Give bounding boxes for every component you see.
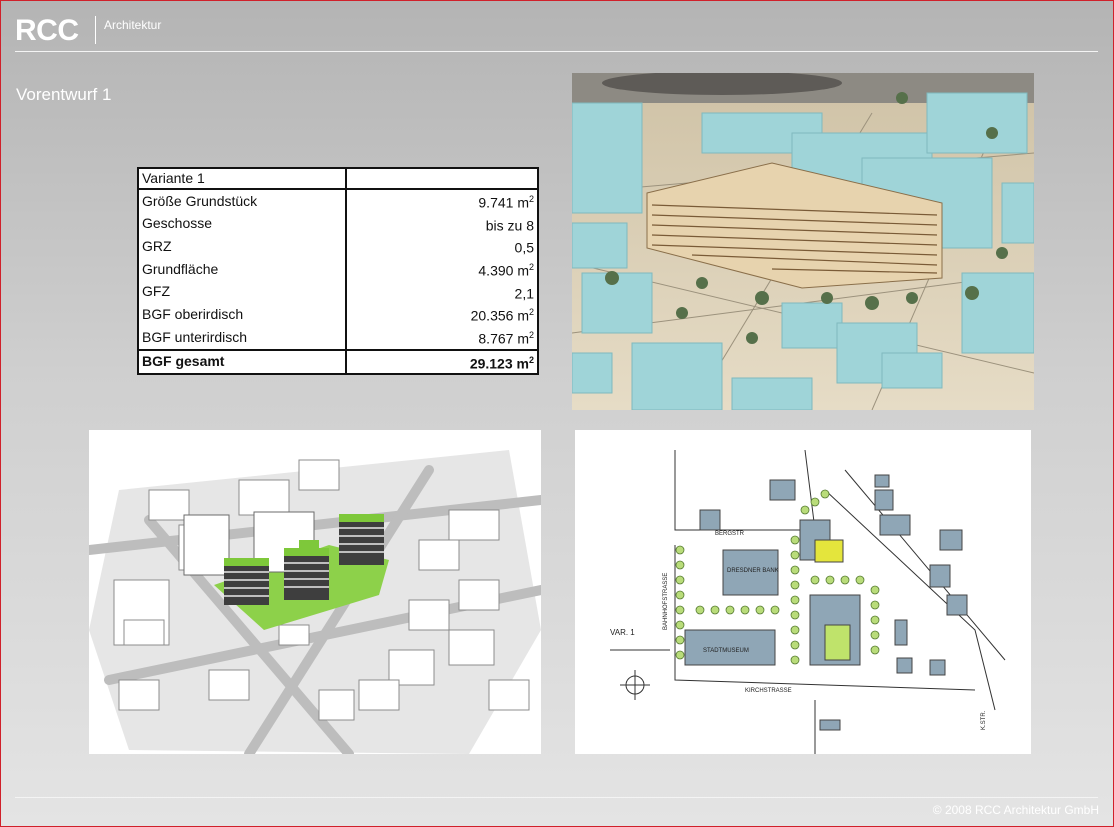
row-value: 20.356 m2 xyxy=(470,307,534,324)
total-label: BGF gesamt xyxy=(139,348,347,374)
site-plan-sketch: DRESDNER BANK STADTMUSEUM VAR. 1 BERGSTR… xyxy=(575,430,1031,754)
brand-subtitle: Architektur xyxy=(104,18,162,32)
brand-name: RCC xyxy=(15,14,79,47)
row-value: 4.390 m2 xyxy=(478,261,534,279)
row-value: 8.767 m2 xyxy=(478,329,534,347)
row-label: BGF oberirdisch xyxy=(139,303,347,326)
label-street-bottom: KIRCHSTRASSE xyxy=(745,688,792,694)
row-label: Geschosse xyxy=(139,212,347,236)
brand-separator xyxy=(95,16,96,44)
table-row: GRZ 0,5 xyxy=(139,235,537,258)
label-street-right: K.STR. xyxy=(981,710,987,730)
table-row: BGF oberirdisch 20.356 m2 xyxy=(139,303,537,326)
row-label: Grundfläche xyxy=(139,257,347,281)
label-variant: VAR. 1 xyxy=(610,628,635,637)
table-row: Geschosse bis zu 8 xyxy=(139,212,537,236)
model-photo-illustration xyxy=(572,73,1034,410)
footer-copyright: © 2008 RCC Architektur GmbH xyxy=(932,803,1099,817)
row-value: 2,1 xyxy=(514,285,534,302)
row-label: BGF unterirdisch xyxy=(139,325,347,350)
total-value: 29.123 m2 xyxy=(346,348,537,374)
row-value: bis zu 8 xyxy=(485,217,534,234)
table-row: BGF unterirdisch 8.767 m2 xyxy=(139,325,537,350)
table-total-row: BGF gesamt 29.123 m2 xyxy=(139,348,537,374)
table-row: GFZ 2,1 xyxy=(139,280,537,304)
row-value: 0,5 xyxy=(514,239,534,256)
table-row: Grundfläche 4.390 m2 xyxy=(139,257,537,281)
row-label: GRZ xyxy=(139,235,347,258)
row-label: GFZ xyxy=(139,280,347,304)
table-header-row: Variante 1 xyxy=(139,169,537,190)
table-row: Größe Grundstück 9.741 m2 xyxy=(139,189,537,213)
model-photo xyxy=(572,73,1034,410)
row-value: 9.741 m2 xyxy=(478,194,534,211)
row-label: Größe Grundstück xyxy=(139,189,347,213)
render-illustration xyxy=(89,430,541,754)
label-bank: DRESDNER BANK xyxy=(727,568,779,574)
label-museum: STADTMUSEUM xyxy=(703,648,749,654)
label-street-left: BAHNHOFSTRASSE xyxy=(663,573,669,630)
site-plan-illustration: DRESDNER BANK STADTMUSEUM VAR. 1 BERGSTR… xyxy=(575,430,1031,754)
render-image xyxy=(89,430,541,754)
label-street-top: BERGSTR xyxy=(715,531,745,537)
header-rule xyxy=(15,51,1098,52)
page-title: Vorentwurf 1 xyxy=(16,85,112,104)
table-heading: Variante 1 xyxy=(139,169,347,190)
footer-rule xyxy=(15,797,1098,798)
kpi-table: Variante 1 Größe Grundstück 9.741 m2 Ges… xyxy=(137,167,539,376)
table-heading-empty xyxy=(346,169,537,190)
